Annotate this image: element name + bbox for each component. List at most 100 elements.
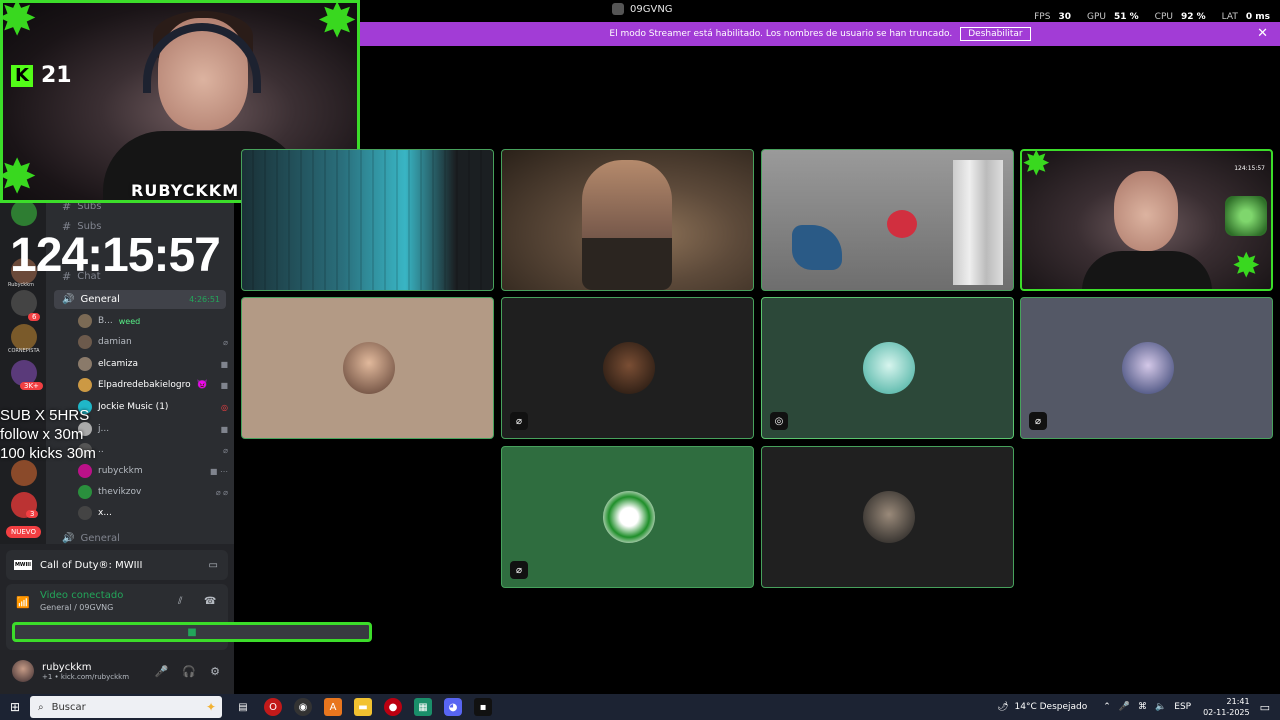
headphones-icon[interactable]: 🎧 [182,665,196,678]
voice-channel-path[interactable]: General / 09GVNG [40,603,113,612]
taskbar-clock[interactable]: 21:41 02-11-2025 [1203,696,1250,718]
game-activity[interactable]: MWIII Call of Duty®: MWIII ▭ [6,550,228,580]
video-curtain [953,160,1003,285]
app-icon[interactable]: ● [384,698,402,716]
task-view-icon[interactable]: ▤ [234,698,252,716]
avatar [78,335,92,349]
video-person [1114,171,1178,251]
voice-channel-general[interactable]: 🔊 General 4:26:51 [54,290,226,309]
noise-suppression-icon[interactable]: ⫽ [178,596,182,607]
avatar-tile[interactable] [761,446,1014,588]
performance-stats: FPS 30 GPU 51 % CPU 92 % LAT 0 ms [1034,12,1270,22]
app-icon [612,3,624,15]
member-item[interactable]: elcamiza ■ [78,355,228,373]
camera-icon: ■ [220,424,228,434]
member-item[interactable]: j... ■ [78,420,228,438]
window-title-text: 09GVNG [630,3,673,15]
subathon-timer: 124:15:57 [10,229,221,282]
video-shirt [1082,251,1212,289]
gear-icon[interactable]: ⚙ [210,665,220,678]
avatar [12,660,34,682]
server-badge: 6 [28,313,41,321]
voice-channel-general-2[interactable]: 🔊 General [62,533,120,544]
mic-off-icon: ⌀ ⌀ [215,487,228,497]
avatar [863,491,915,543]
search-highlight-icon: ✦ [205,700,216,714]
stat-gpu: GPU 51 % [1086,12,1139,22]
user-info[interactable]: rubyckkm +1 • kick.com/rubyckkm 🎤 🎧 ⚙ [6,654,228,688]
server-badge: 3K+ [20,382,43,390]
disable-streamer-button[interactable]: Deshabilitar [960,27,1031,41]
avatar-tile[interactable]: ⌀ [501,297,754,439]
server-icon[interactable] [11,200,37,226]
avatar [78,485,92,499]
camera-icon: ■ [220,359,228,369]
disconnect-icon[interactable]: ☎ [204,596,216,607]
network-icon[interactable]: ⌘ [1138,702,1147,712]
discord-icon[interactable]: ◕ [444,698,462,716]
video-object [887,210,917,238]
member-item[interactable]: rubyckkm ■ ⋯ [78,462,228,480]
avatar [78,314,92,328]
video-tile[interactable] [241,149,494,291]
game-name: Call of Duty®: MWIII [40,559,143,571]
member-item[interactable]: x... [78,504,228,522]
screen-share-icon[interactable]: ▭ [209,560,218,571]
server-badge: 3 [26,510,39,518]
mic-off-icon: ⌀ [223,445,228,455]
avatar-tile[interactable]: ⌀ [1020,297,1273,439]
server-icon[interactable] [11,324,37,350]
leaf-icon: ✸ [1232,246,1261,286]
camera-button[interactable]: ■ [12,622,372,642]
leaf-icon: ✸ [317,0,358,49]
video-person [582,160,672,290]
obs-icon[interactable]: ◉ [294,698,312,716]
avatar-tile[interactable]: ◎ [761,297,1014,439]
voice-status[interactable]: Video conectado [40,590,123,601]
video-tile[interactable] [501,149,754,291]
video-tile[interactable] [761,149,1014,291]
close-banner-icon[interactable]: ✕ [1257,26,1268,41]
member-item[interactable]: damian ⌀ [78,333,228,351]
weather-widget[interactable]: 🌶 14°C Despejado [997,702,1087,712]
username: rubyckkm [42,661,92,673]
signal-icon[interactable]: 📶 [16,596,30,609]
member-item[interactable]: thevikzov ⌀ ⌀ [78,483,228,501]
language-indicator[interactable]: ESP [1174,702,1191,712]
avatar-tile[interactable] [241,297,494,439]
member-item[interactable]: Elpadredebakielogro 👿 ■ [78,376,228,394]
call-of-duty-icon[interactable]: ▪ [474,698,492,716]
app-icon[interactable]: A [324,698,342,716]
weather-icon: 🌶 [997,702,1009,712]
chevron-up-icon[interactable]: ⌃ [1103,702,1111,712]
avatar [863,342,915,394]
video-tile-streamer[interactable]: ✸ ✸ 124:15:57 [1020,149,1273,291]
member-item[interactable]: Jockie Music (1) ◎ [78,398,228,416]
folder-icon[interactable]: ▬ [354,698,372,716]
opera-icon[interactable]: O [264,698,282,716]
mic-off-icon: ⌀ [510,412,528,430]
windows-taskbar: ⊞ ⌕ Buscar ✦ ▤ O ◉ A ▬ ● ▦ ◕ ▪ 🌶 14°C De… [0,694,1280,720]
member-item[interactable]: .. ⌀ [78,441,228,459]
system-tray: ⌃ 🎤 ⌘ 🔈 ESP [1103,702,1191,712]
microphone-icon[interactable]: 🎤 [155,665,169,678]
avatar [78,464,92,478]
server-icon[interactable] [11,460,37,486]
store-icon[interactable]: ▦ [414,698,432,716]
headset-off-icon: ◎ [221,402,228,412]
member-item[interactable]: B... weed [78,312,228,330]
avatar [343,342,395,394]
kick-counter: K 21 [11,63,72,88]
search-icon: ⌕ [38,701,44,713]
mirrored-timer: 124:15:57 [1234,165,1265,172]
streamer-mode-text: El modo Streamer está habilitado. Los no… [609,29,953,39]
taskbar-search[interactable]: ⌕ Buscar ✦ [30,696,222,718]
speaker-icon: 🔊 [62,533,75,544]
notification-icon[interactable]: ▭ [1260,701,1270,714]
volume-icon[interactable]: 🔈 [1155,702,1166,712]
windows-start-icon[interactable]: ⊞ [0,700,30,714]
video-object [792,225,842,270]
microphone-icon[interactable]: 🎤 [1119,702,1130,712]
avatar-tile[interactable]: ⌀ [501,446,754,588]
leaf-icon: ✸ [0,0,38,47]
